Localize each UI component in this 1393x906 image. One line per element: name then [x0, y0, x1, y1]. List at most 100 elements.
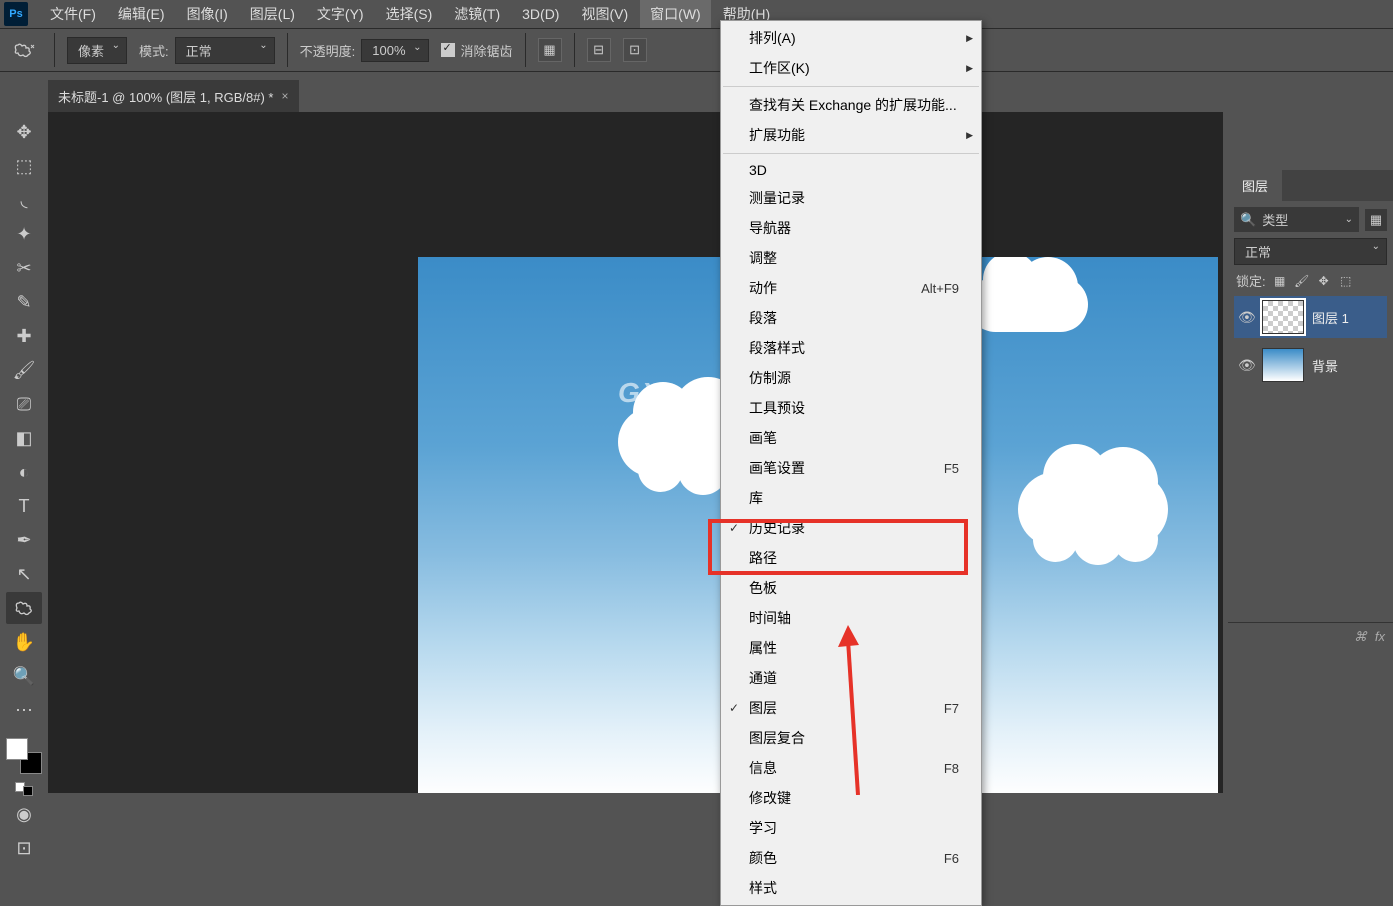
align-icon-1[interactable]: ▦: [538, 38, 562, 62]
menu-edit[interactable]: 编辑(E): [108, 0, 175, 28]
window-menu-item[interactable]: 排列(A): [721, 23, 981, 53]
window-menu-item[interactable]: 时间轴: [721, 603, 981, 633]
menu-file[interactable]: 文件(F): [40, 0, 106, 28]
quickmask-icon[interactable]: ◉: [6, 798, 42, 830]
crop-tool-icon[interactable]: ✂: [6, 252, 42, 284]
antialias-label: 消除锯齿: [461, 41, 513, 60]
layer-name[interactable]: 背景: [1312, 356, 1338, 375]
window-menu-item[interactable]: 调整: [721, 243, 981, 273]
window-menu-item[interactable]: 测量记录: [721, 183, 981, 213]
menu-item-label: 测量记录: [749, 188, 805, 208]
window-menu-item[interactable]: 属性: [721, 633, 981, 663]
tool-preset-icon[interactable]: [6, 36, 42, 64]
window-menu-item[interactable]: 动作Alt+F9: [721, 273, 981, 303]
move-tool-icon[interactable]: ✥: [6, 116, 42, 148]
menu-layer[interactable]: 图层(L): [240, 0, 305, 28]
pen-tool-icon[interactable]: ✒: [6, 524, 42, 556]
shape-tool-icon[interactable]: [6, 592, 42, 624]
menu-3d[interactable]: 3D(D): [512, 2, 569, 26]
window-menu-item[interactable]: 颜色F6: [721, 843, 981, 873]
stamp-tool-icon[interactable]: ⎚: [6, 388, 42, 420]
window-menu-item[interactable]: 路径: [721, 543, 981, 573]
default-swatches-icon[interactable]: [15, 782, 33, 796]
align-icon-3[interactable]: ⊡: [623, 38, 647, 62]
window-menu-item[interactable]: 通道: [721, 663, 981, 693]
hand-tool-icon[interactable]: ✋: [6, 626, 42, 658]
window-menu-item[interactable]: 历史记录: [721, 513, 981, 543]
lock-artboard-icon[interactable]: ⬚: [1338, 273, 1354, 289]
window-menu-item[interactable]: 色板: [721, 573, 981, 603]
lock-brush-icon[interactable]: 🖌: [1294, 273, 1310, 289]
eyedropper-tool-icon[interactable]: ✎: [6, 286, 42, 318]
menu-view[interactable]: 视图(V): [571, 0, 638, 28]
lock-pixels-icon[interactable]: ▦: [1272, 273, 1288, 289]
menu-separator: [723, 86, 979, 87]
brush-tool-icon[interactable]: 🖌: [6, 354, 42, 386]
window-menu-item[interactable]: 查找有关 Exchange 的扩展功能...: [721, 90, 981, 120]
marquee-tool-icon[interactable]: ⬚: [6, 150, 42, 182]
filter-pixel-icon[interactable]: ▦: [1365, 209, 1387, 231]
layer-row[interactable]: 👁 图层 1: [1234, 296, 1387, 338]
blend-mode-dropdown[interactable]: 正常: [1234, 238, 1387, 265]
mode-dropdown[interactable]: 正常: [175, 37, 275, 64]
visibility-icon[interactable]: 👁: [1238, 309, 1254, 326]
window-menu-item[interactable]: 信息F8: [721, 753, 981, 783]
window-menu-item[interactable]: 工作区(K): [721, 53, 981, 83]
menu-item-label: 扩展功能: [749, 125, 805, 145]
window-menu-item[interactable]: 画笔: [721, 423, 981, 453]
menu-filter[interactable]: 滤镜(T): [444, 0, 510, 28]
eraser-tool-icon[interactable]: ◧: [6, 422, 42, 454]
gradient-tool-icon[interactable]: ◐: [6, 456, 42, 488]
layer-thumbnail[interactable]: [1262, 348, 1304, 382]
window-menu-item[interactable]: 画笔设置F5: [721, 453, 981, 483]
window-menu-item[interactable]: 3D: [721, 157, 981, 183]
close-tab-icon[interactable]: ×: [281, 89, 288, 103]
layer-name[interactable]: 图层 1: [1312, 308, 1349, 327]
lasso-tool-icon[interactable]: ◟: [6, 184, 42, 216]
window-menu-item[interactable]: 段落: [721, 303, 981, 333]
lock-position-icon[interactable]: ✥: [1316, 273, 1332, 289]
antialias-checkbox[interactable]: [441, 43, 455, 57]
menu-item-label: 动作: [749, 278, 777, 298]
window-menu-item[interactable]: 学习: [721, 813, 981, 843]
menu-image[interactable]: 图像(I): [177, 0, 238, 28]
magic-wand-tool-icon[interactable]: ✦: [6, 218, 42, 250]
window-menu-item[interactable]: 图层复合: [721, 723, 981, 753]
window-menu-item[interactable]: 库: [721, 483, 981, 513]
filter-label: 类型: [1262, 210, 1288, 229]
menu-item-label: 画笔设置: [749, 458, 805, 478]
color-swatches[interactable]: [6, 738, 42, 774]
layer-thumbnail[interactable]: [1262, 300, 1304, 334]
opacity-dropdown[interactable]: 100%: [361, 39, 428, 62]
link-layers-icon[interactable]: ⌘: [1354, 629, 1367, 645]
window-menu-item[interactable]: 修改键: [721, 783, 981, 813]
window-menu-item[interactable]: 段落样式: [721, 333, 981, 363]
layers-tab[interactable]: 图层: [1228, 170, 1282, 201]
zoom-tool-icon[interactable]: 🔍: [6, 660, 42, 692]
window-menu-item[interactable]: 样式: [721, 873, 981, 903]
lock-label: 锁定:: [1236, 271, 1266, 290]
menu-item-label: 样式: [749, 878, 777, 898]
healing-tool-icon[interactable]: ✚: [6, 320, 42, 352]
layer-row[interactable]: 👁 背景: [1234, 344, 1387, 386]
document-tab[interactable]: 未标题-1 @ 100% (图层 1, RGB/8#) * ×: [48, 80, 299, 112]
menu-window[interactable]: 窗口(W): [640, 0, 711, 28]
fx-icon[interactable]: fx: [1375, 629, 1385, 645]
visibility-icon[interactable]: 👁: [1238, 357, 1254, 374]
window-menu-item[interactable]: 导航器: [721, 213, 981, 243]
path-select-tool-icon[interactable]: ↖: [6, 558, 42, 590]
edit-toolbar-icon[interactable]: ⋯: [6, 694, 42, 726]
menu-type[interactable]: 文字(Y): [307, 0, 374, 28]
screenmode-icon[interactable]: ⊡: [6, 832, 42, 864]
window-menu-item[interactable]: 图层F7: [721, 693, 981, 723]
search-icon: 🔍: [1240, 212, 1256, 228]
unit-dropdown[interactable]: 像素: [67, 37, 127, 64]
type-tool-icon[interactable]: T: [6, 490, 42, 522]
menu-select[interactable]: 选择(S): [376, 0, 443, 28]
layer-filter-dropdown[interactable]: 🔍 类型: [1234, 207, 1359, 232]
window-menu-item[interactable]: 仿制源: [721, 363, 981, 393]
foreground-swatch[interactable]: [6, 738, 28, 760]
window-menu-item[interactable]: 工具预设: [721, 393, 981, 423]
align-icon-2[interactable]: ⊟: [587, 38, 611, 62]
window-menu-item[interactable]: 扩展功能: [721, 120, 981, 150]
